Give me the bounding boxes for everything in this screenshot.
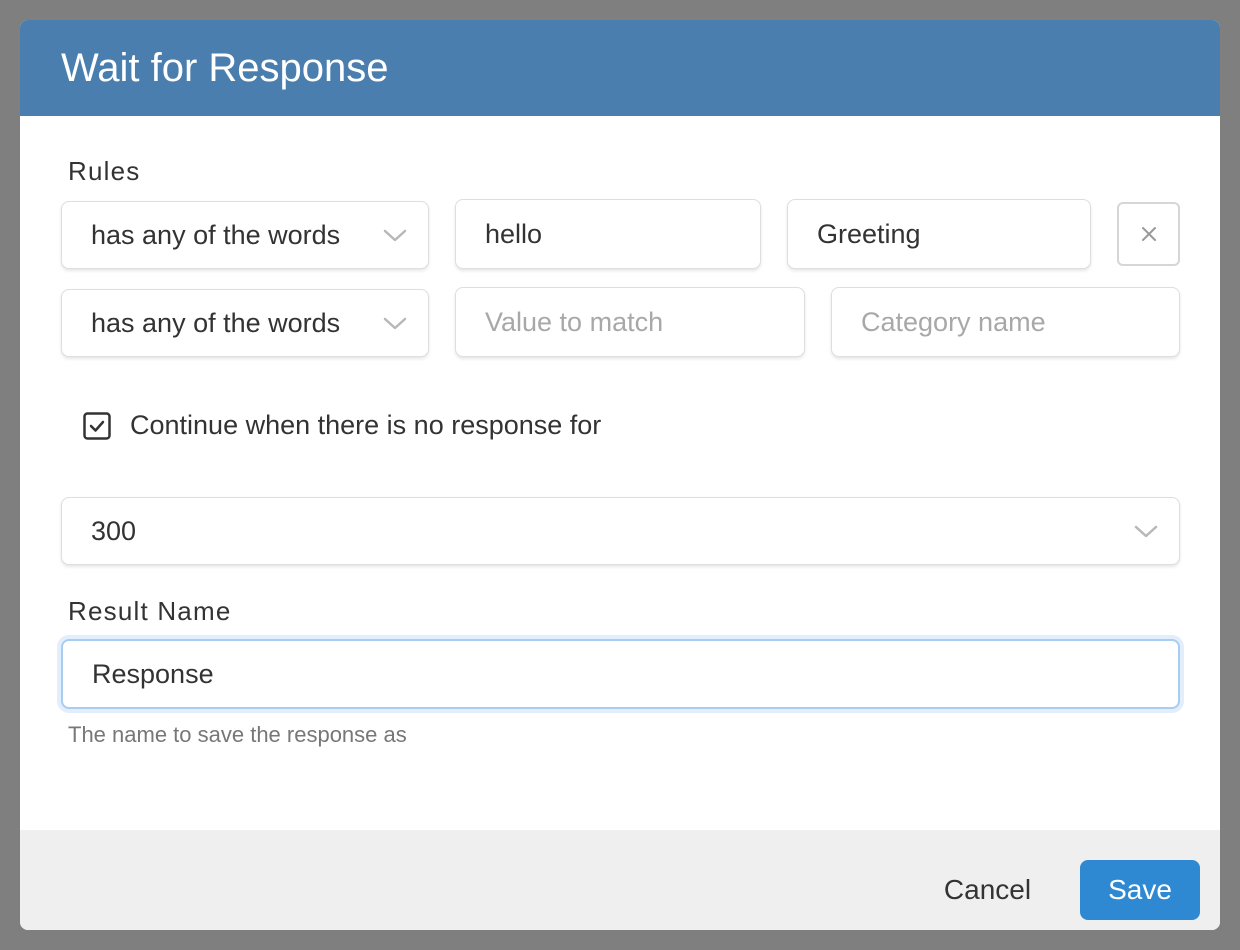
rule-operator-value-2: has any of the words: [91, 307, 341, 338]
rule-value-placeholder: Value to match: [485, 306, 664, 337]
save-button[interactable]: Save: [1080, 860, 1200, 920]
chevron-down-icon: [383, 229, 407, 242]
wait-for-response-dialog: Wait for Response Rules has any of the w…: [20, 20, 1220, 930]
result-name-input[interactable]: Response: [61, 639, 1180, 709]
rule-category-input-2[interactable]: Category name: [831, 287, 1180, 357]
remove-rule-button[interactable]: [1117, 202, 1180, 266]
rule-value-input[interactable]: hello: [455, 199, 761, 269]
dialog-title: Wait for Response: [61, 46, 389, 90]
result-name-label: Result Name: [68, 596, 232, 626]
result-name-value: Response: [92, 658, 214, 689]
timeout-checkbox[interactable]: [83, 412, 111, 440]
rules-label: Rules: [68, 156, 141, 186]
rule-value-text: hello: [485, 218, 543, 249]
cancel-button[interactable]: Cancel: [930, 860, 1045, 920]
timeout-select[interactable]: 300: [61, 497, 1180, 565]
chevron-down-icon: [1134, 525, 1158, 538]
rule-category-placeholder: Category name: [861, 306, 1046, 337]
close-icon: [1141, 227, 1156, 241]
rule-category-text: Greeting: [817, 218, 921, 249]
dialog-footer: Cancel Save: [20, 830, 1220, 930]
rule-operator-select[interactable]: has any of the words: [61, 201, 429, 269]
timeout-selected-value: 300: [91, 515, 137, 546]
chevron-down-icon: [383, 317, 407, 330]
dialog-header: Wait for Response: [20, 20, 1220, 116]
rule-category-input[interactable]: Greeting: [787, 199, 1091, 269]
rule-operator-select-2[interactable]: has any of the words: [61, 289, 429, 357]
result-name-help: The name to save the response as: [68, 722, 407, 747]
timeout-checkbox-label[interactable]: Continue when there is no response for: [130, 406, 601, 444]
rule-value-input-2[interactable]: Value to match: [455, 287, 805, 357]
rule-operator-value: has any of the words: [91, 219, 341, 250]
